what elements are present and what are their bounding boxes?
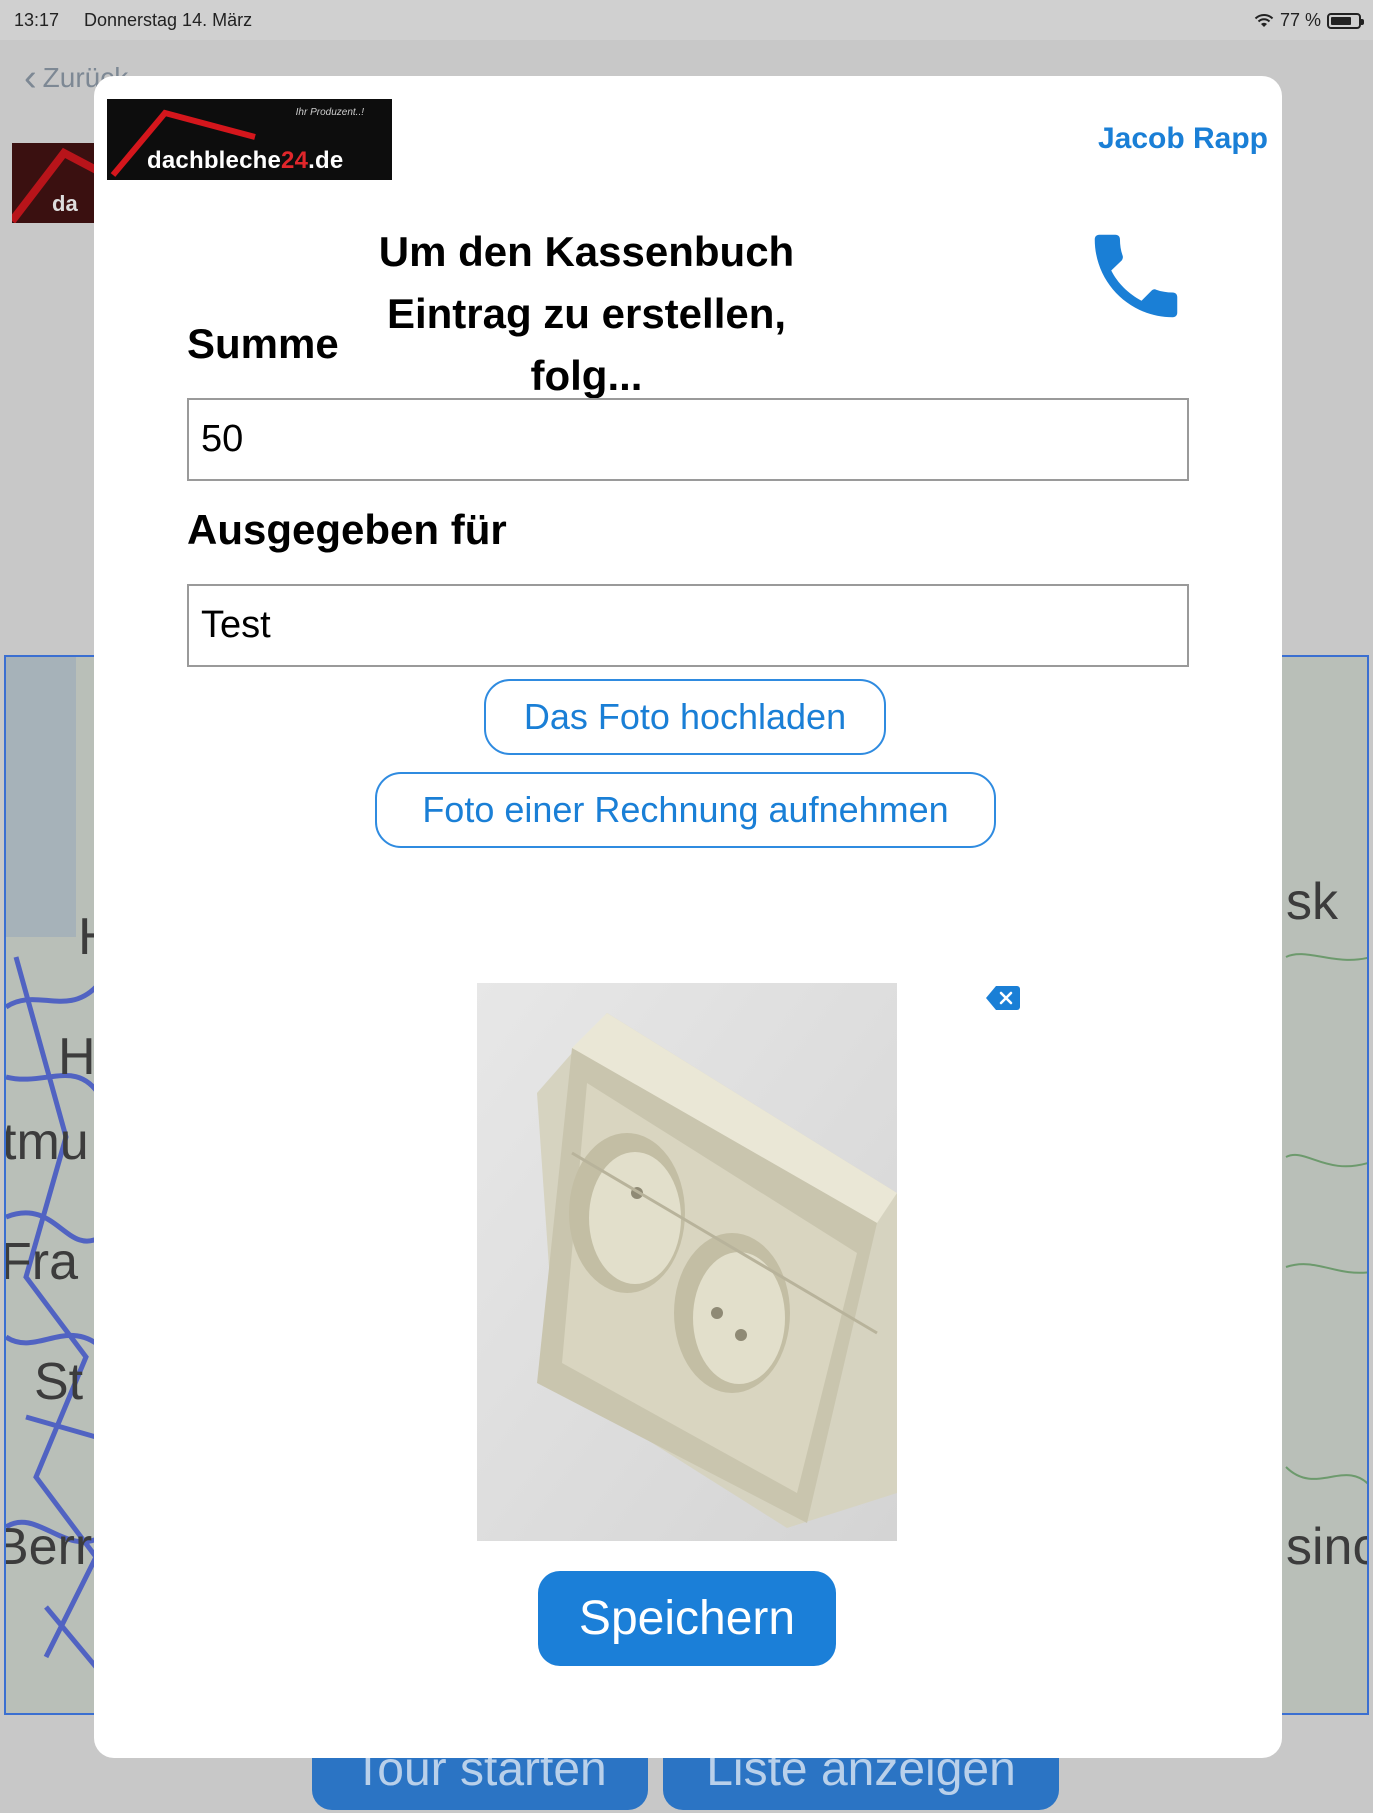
background-logo: da: [12, 143, 102, 223]
invoice-photo-preview: [477, 983, 897, 1541]
purpose-input[interactable]: Test: [187, 584, 1189, 667]
map-place-label: sk: [1286, 873, 1338, 931]
map-place-label: Fra: [4, 1233, 78, 1291]
status-time: 13:17: [14, 10, 60, 30]
map-place-label: Berr: [6, 1518, 93, 1576]
status-right: 77 %: [1254, 10, 1364, 31]
cashbook-entry-dialog: Ihr Produzent..! dachbleche24.de Jacob R…: [94, 76, 1282, 1758]
map-place-label: St: [34, 1353, 84, 1411]
sum-label: Summe: [187, 320, 339, 367]
logo-brand: dachbleche24.de: [147, 147, 344, 174]
delete-photo-icon[interactable]: [986, 985, 1020, 1011]
user-name[interactable]: Jacob Rapp: [1098, 122, 1268, 156]
map-place-label: sinc: [1286, 1518, 1367, 1576]
battery-percent: 77 %: [1279, 10, 1321, 30]
map-place-label: H: [58, 1028, 96, 1086]
wifi-icon: [1254, 13, 1274, 27]
save-button[interactable]: Speichern: [538, 1571, 836, 1666]
sum-input[interactable]: 50: [187, 398, 1189, 481]
status-date: Donnerstag 14. März: [84, 10, 253, 30]
battery-icon: [1327, 12, 1364, 29]
purpose-label: Ausgegeben für: [187, 506, 507, 553]
status-bar: 13:17 Donnerstag 14. März 77 %: [0, 0, 1373, 40]
map-place-label: tmu: [4, 1113, 89, 1171]
upload-photo-button[interactable]: Das Foto hochladen: [484, 679, 886, 755]
phone-icon[interactable]: [1081, 221, 1191, 331]
back-chevron-icon: ‹: [24, 57, 37, 99]
company-logo: Ihr Produzent..! dachbleche24.de: [107, 99, 392, 180]
logo-tagline: Ihr Produzent..!: [295, 107, 364, 118]
take-invoice-photo-button[interactable]: Foto einer Rechnung aufnehmen: [375, 772, 996, 848]
dialog-title: Um den Kassenbuch Eintrag zu erstellen, …: [378, 228, 795, 399]
